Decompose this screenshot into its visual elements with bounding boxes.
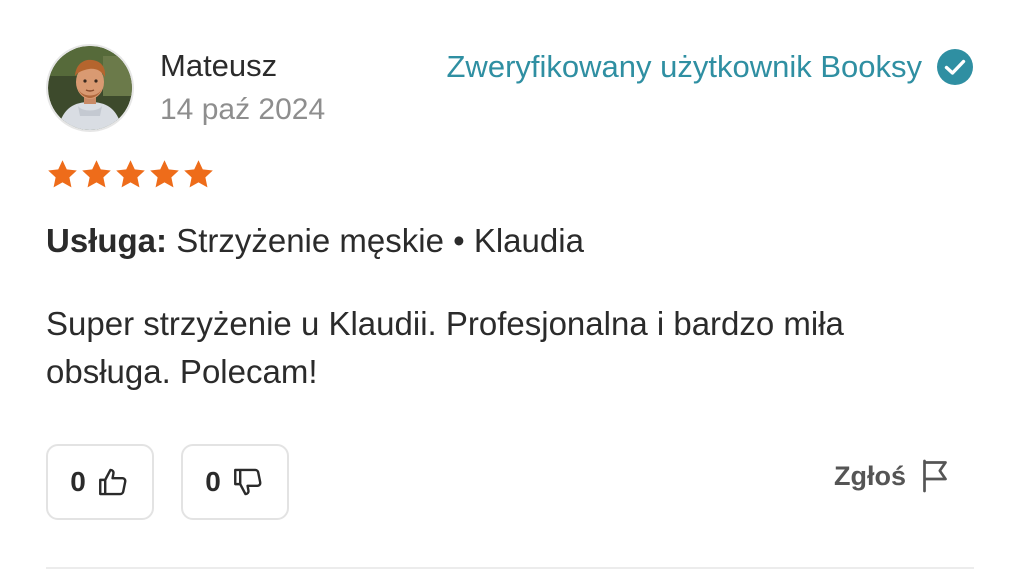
report-button[interactable]: Zgłoś bbox=[834, 458, 950, 494]
star-rating bbox=[46, 158, 215, 191]
verified-label: Zweryfikowany użytkownik Booksy bbox=[446, 49, 923, 84]
review-card: Mateusz 14 paź 2024 Zweryfikowany użytko… bbox=[0, 0, 1024, 572]
flag-icon bbox=[923, 459, 947, 493]
avatar-photo bbox=[48, 46, 132, 130]
verified-badge: Zweryfikowany użytkownik Booksy bbox=[447, 48, 975, 86]
dislike-button[interactable]: 0 bbox=[181, 444, 289, 520]
dislike-count: 0 bbox=[205, 466, 221, 497]
star-icon bbox=[116, 160, 145, 188]
check-circle-icon bbox=[937, 49, 973, 85]
service-line: Usługa: Strzyżenie męskie • Klaudia bbox=[46, 222, 584, 260]
avatar[interactable] bbox=[46, 44, 134, 132]
thumbs-down-icon bbox=[233, 468, 262, 496]
review-text: Super strzyżenie u Klaudii. Profesjonaln… bbox=[46, 305, 844, 390]
thumbs-up-icon bbox=[98, 468, 127, 496]
service-label: Usługa: bbox=[46, 222, 168, 259]
like-count: 0 bbox=[70, 466, 86, 497]
report-label: Zgłoś bbox=[834, 460, 906, 491]
divider bbox=[46, 567, 974, 569]
like-button[interactable]: 0 bbox=[46, 444, 154, 520]
review-date: 14 paź 2024 bbox=[160, 93, 326, 126]
service-value: Strzyżenie męskie • Klaudia bbox=[176, 222, 584, 259]
star-icon bbox=[82, 160, 111, 188]
star-icon bbox=[150, 160, 179, 188]
author-name: Mateusz bbox=[160, 48, 278, 83]
star-icon bbox=[48, 160, 77, 188]
star-icon bbox=[184, 160, 213, 188]
